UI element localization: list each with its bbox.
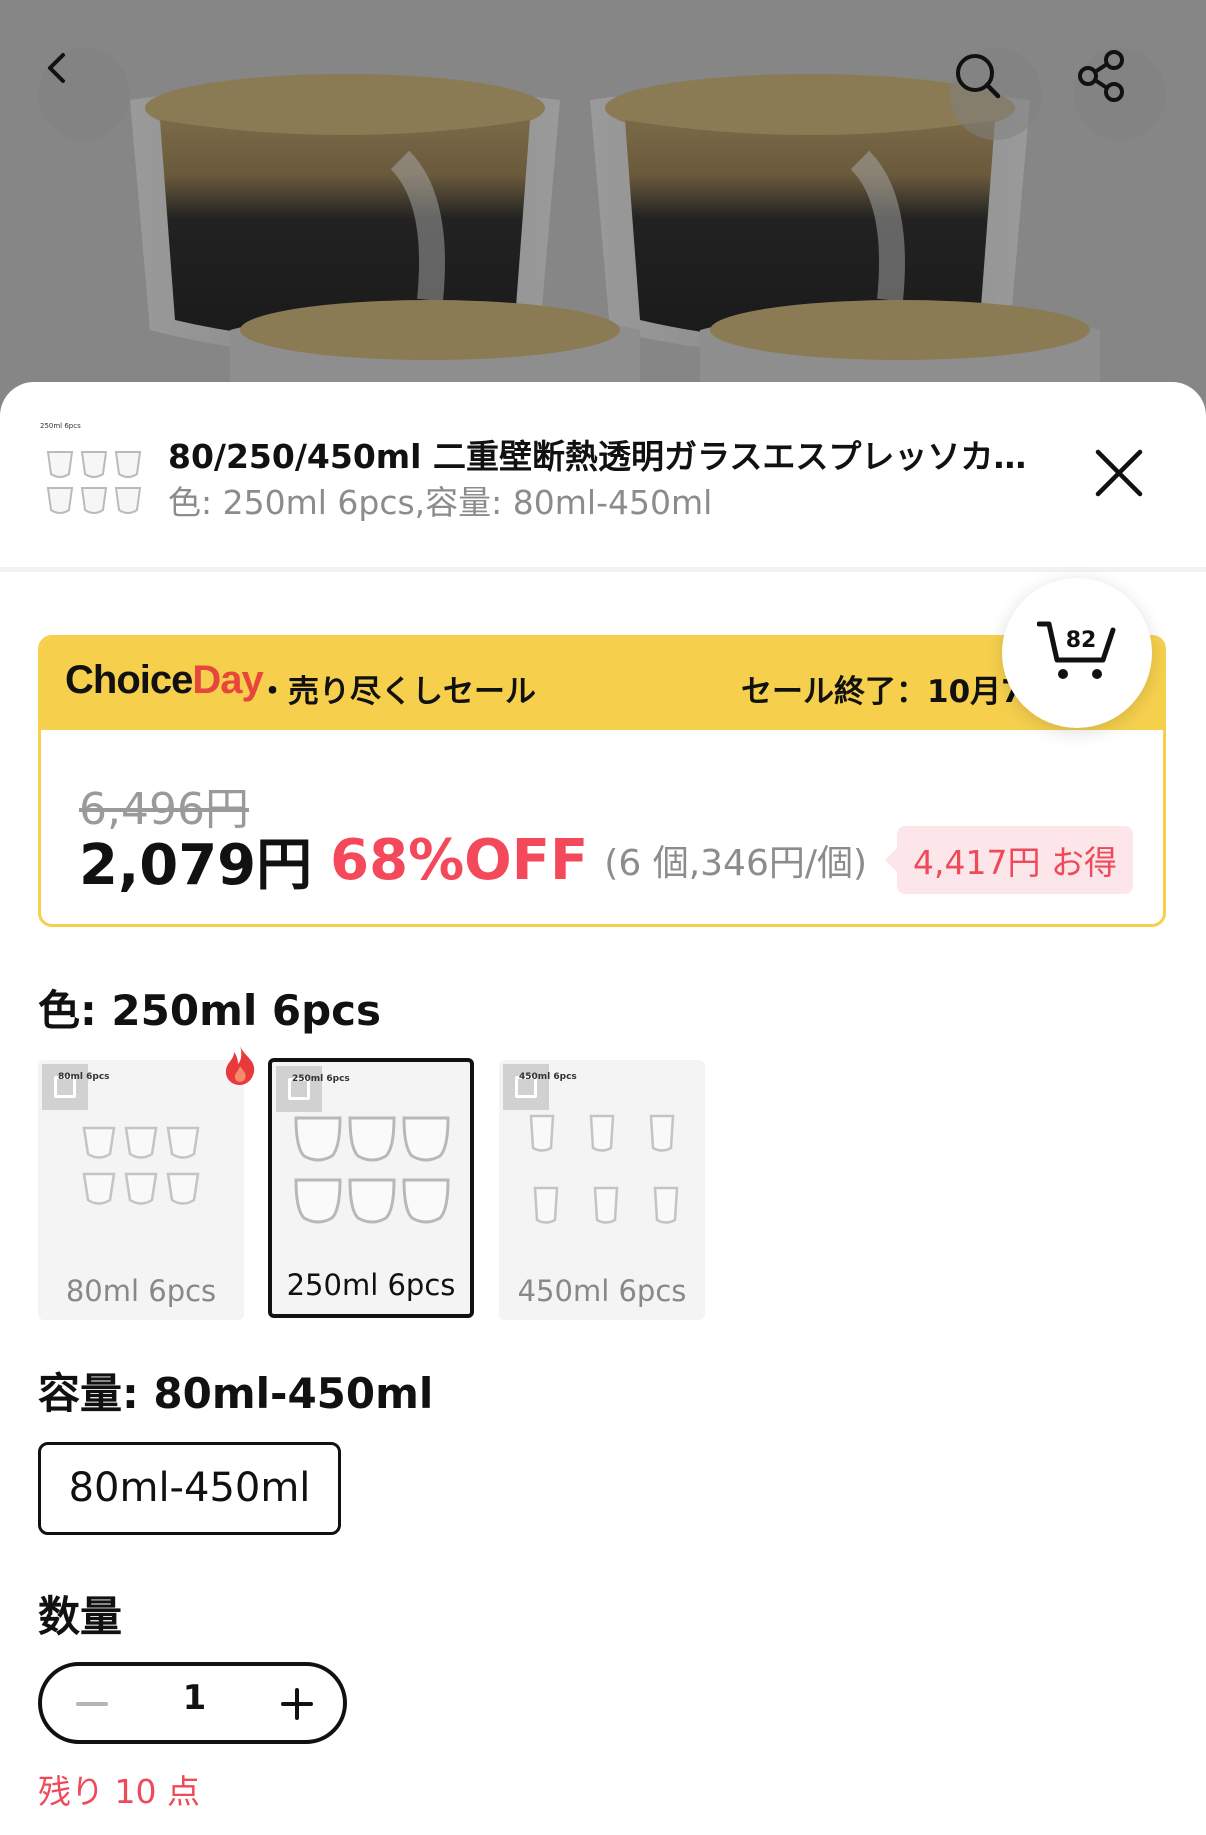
minus-icon xyxy=(76,1702,108,1706)
product-title: 80/250/450ml 二重壁断熱透明ガラスエスプレッソカ… xyxy=(168,437,1027,476)
stock-remaining-text: 残り 10 点 xyxy=(38,1772,200,1811)
logo-day-text: Day xyxy=(192,658,263,702)
glass-cups-thumbnail xyxy=(46,451,142,514)
savings-badge: 4,417円 お得 xyxy=(885,826,1133,894)
share-icon xyxy=(1078,50,1124,102)
close-button[interactable] xyxy=(1090,444,1148,502)
color-section-title: 色: 250ml 6pcs xyxy=(38,986,382,1035)
thumbnail-tiny-label: 250ml 6pcs xyxy=(40,422,81,430)
quantity-section-title: 数量 xyxy=(38,1592,123,1641)
swatch-label: 450ml 6pcs xyxy=(517,1274,687,1308)
cart-button[interactable]: 82 xyxy=(1002,578,1152,728)
cart-count-badge: 82 xyxy=(1065,628,1097,653)
share-button[interactable] xyxy=(1074,48,1166,140)
swatch-image xyxy=(529,1114,679,1224)
color-option-250ml[interactable]: 250ml 6pcs 250ml 6pcs xyxy=(268,1058,474,1318)
product-image-backdrop xyxy=(0,0,1206,420)
fire-icon xyxy=(225,1046,255,1085)
search-button[interactable] xyxy=(950,48,1042,140)
sale-banner: ChoiceDay ・売り尽くしセール セール終了：10月7 xyxy=(41,638,1163,730)
chevron-left-icon xyxy=(48,53,65,83)
plus-icon xyxy=(281,1688,313,1720)
current-price: 2,079円 xyxy=(79,832,313,898)
swatch-label: 80ml 6pcs xyxy=(65,1274,217,1308)
quantity-value[interactable]: 1 xyxy=(142,1678,247,1718)
logo-choice-text: Choice xyxy=(65,658,193,702)
close-icon xyxy=(1095,449,1143,497)
increase-quantity-button[interactable] xyxy=(275,1682,319,1726)
product-thumbnail: 250ml 6pcs xyxy=(38,422,150,534)
capacity-section-title: 容量: 80ml-450ml xyxy=(38,1369,434,1418)
swatch-image xyxy=(82,1126,200,1205)
quantity-stepper: 1 xyxy=(38,1662,347,1744)
color-option-450ml[interactable]: 450ml 6pcs 450ml 6pcs xyxy=(499,1060,705,1320)
color-option-80ml[interactable]: 80ml 6pcs 80ml 6pcs xyxy=(38,1060,244,1320)
sale-price-card: ChoiceDay ・売り尽くしセール セール終了：10月7 6,496円 2,… xyxy=(38,635,1166,927)
price-row: 2,079円 68%OFF (6 個,346円/個) 4,417円 お得 xyxy=(79,820,1159,900)
selected-variant-summary: 色: 250ml 6pcs,容量: 80ml-450ml xyxy=(168,483,713,522)
unit-price: (6 個,346円/個) xyxy=(604,843,868,884)
discount-percent: 68%OFF xyxy=(330,827,589,893)
sheet-header: 250ml 6pcs 80/250/450ml 二重壁断熱透明ガラスエスプレッソ… xyxy=(0,382,1206,572)
sale-event-name: ・売り尽くしセール xyxy=(257,674,536,710)
capacity-option[interactable]: 80ml-450ml xyxy=(38,1442,341,1535)
swatch-label: 250ml 6pcs xyxy=(286,1268,456,1302)
decrease-quantity-button[interactable] xyxy=(70,1682,114,1726)
swatch-image xyxy=(294,1116,450,1224)
search-icon xyxy=(956,54,1001,99)
back-button[interactable] xyxy=(38,48,130,140)
choice-day-logo: ChoiceDay xyxy=(65,658,264,706)
